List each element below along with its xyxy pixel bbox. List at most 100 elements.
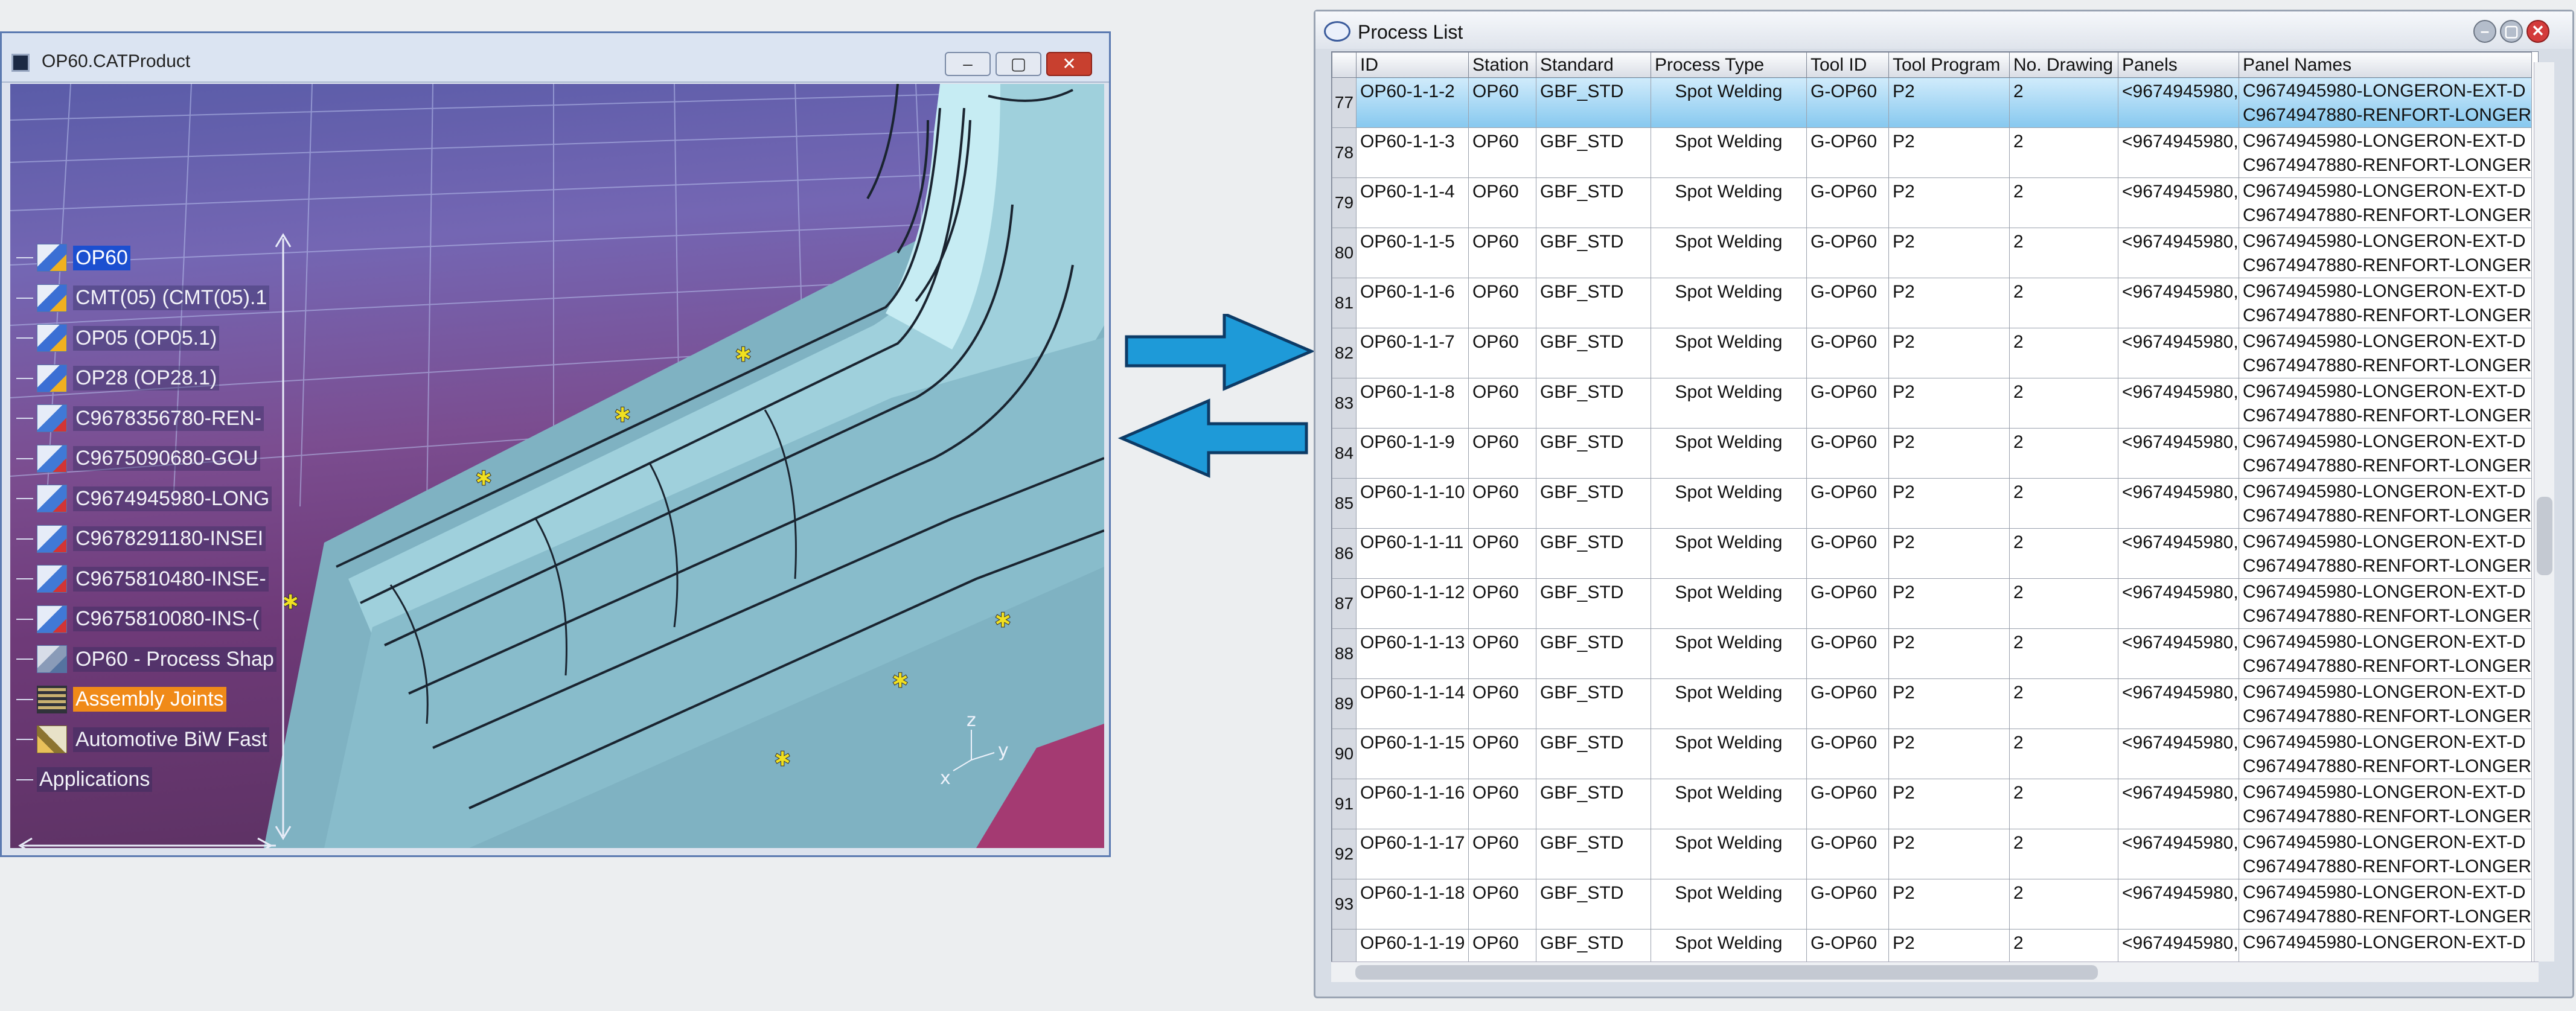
table-row[interactable]: 82 OP60-1-1-7 OP60 GBF_STD Spot Welding G-OP6… xyxy=(1332,328,2532,378)
table-row[interactable]: 80 OP60-1-1-5 OP60 GBF_STD Spot Welding G-OP6… xyxy=(1332,228,2532,278)
column-header[interactable]: No. Drawing xyxy=(2009,52,2118,78)
table-row[interactable]: 87 OP60-1-1-12 OP60 GBF_STD Spot Welding G-OP… xyxy=(1332,578,2532,629)
tree-node[interactable]: OP60 - Process Shap xyxy=(16,642,276,676)
column-header[interactable]: Tool Program xyxy=(1888,52,2010,78)
tree-node-label: C9675810080-INS-( xyxy=(73,607,262,631)
process-shape-icon xyxy=(37,645,67,673)
maximize-button[interactable]: ▢ xyxy=(2500,20,2523,43)
column-header[interactable]: Tool ID xyxy=(1806,52,1889,78)
row-number: 86 xyxy=(1332,528,1357,579)
tree-node[interactable]: C9675810080-INS-( xyxy=(16,602,262,636)
panel-name-1: C9674945980-LONGERON-EXT-D xyxy=(2243,832,2526,852)
tree-node[interactable]: Automotive BiW Fast xyxy=(16,722,270,756)
close-button[interactable]: ✕ xyxy=(2526,20,2549,43)
process-list-title: Process List xyxy=(1358,21,1463,43)
table-row[interactable]: 88 OP60-1-1-13 OP60 GBF_STD Spot Welding G-OP… xyxy=(1332,628,2532,679)
table-row[interactable]: 92 OP60-1-1-17 OP60 GBF_STD Spot Welding G-OP… xyxy=(1332,829,2532,879)
panel-name-2: C9674947880-RENFORT-LONGER xyxy=(2243,406,2531,426)
cell-id: OP60-1-1-13 xyxy=(1356,628,1469,679)
cell-panels: <9674945980, xyxy=(2118,829,2239,879)
tree-node[interactable]: OP05 (OP05.1) xyxy=(16,321,220,355)
tree-node[interactable]: Assembly Joints xyxy=(16,683,226,716)
cell-tool: G-OP60 xyxy=(1806,528,1889,579)
tree-node[interactable]: C9675810480-INSE- xyxy=(16,562,269,596)
tree-node[interactable]: OP60 xyxy=(16,241,130,275)
tree-node[interactable]: CMT(05) (CMT(05).1 xyxy=(16,281,270,315)
vertical-scrollbar[interactable] xyxy=(2534,62,2554,962)
tree-node[interactable]: C9674945980-LONG xyxy=(16,482,272,515)
column-header[interactable]: Station xyxy=(1468,52,1536,78)
table-row[interactable]: OP60-1-1-19 OP60 GBF_STD Spot Welding G-OP60… xyxy=(1332,929,2532,962)
column-header[interactable]: Standard xyxy=(1536,52,1651,78)
cell-draw: 2 xyxy=(2009,177,2118,228)
product-icon xyxy=(37,364,67,392)
specification-tree[interactable]: OP60 CMT(05) (CMT(05).1 OP05 (OP05.1) OP28 … xyxy=(16,241,300,844)
cell-type: Spot Welding xyxy=(1651,127,1807,178)
horizontal-scroll-thumb[interactable] xyxy=(1355,965,2098,980)
cell-standard: GBF_STD xyxy=(1536,478,1651,529)
tree-node[interactable]: OP28 (OP28.1) xyxy=(16,362,220,395)
cell-tool: G-OP60 xyxy=(1806,929,1889,962)
cell-panels: <9674945980, xyxy=(2118,328,2239,378)
maximize-button[interactable]: ▢ xyxy=(996,52,1041,76)
tree-node[interactable]: C9675090680-GOU xyxy=(16,442,261,476)
table-row[interactable]: 78 OP60-1-1-3 OP60 GBF_STD Spot Welding G-OP6… xyxy=(1332,127,2532,178)
cell-draw: 2 xyxy=(2009,528,2118,579)
column-header[interactable]: Process Type xyxy=(1651,52,1807,78)
cell-id: OP60-1-1-11 xyxy=(1356,528,1469,579)
cell-id: OP60-1-1-8 xyxy=(1356,378,1469,429)
tree-node-label: C9674945980-LONG xyxy=(73,486,272,511)
tree-node[interactable]: Applications xyxy=(16,763,153,797)
table-row[interactable]: 90 OP60-1-1-15 OP60 GBF_STD Spot Welding G-OP… xyxy=(1332,729,2532,779)
cell-station: OP60 xyxy=(1468,628,1536,679)
panel-name-1: C9674945980-LONGERON-EXT-D xyxy=(2243,582,2526,602)
process-list-table[interactable]: ID Station Standard Process Type Tool ID Tool… xyxy=(1331,51,2539,963)
panel-name-2: C9674947880-RENFORT-LONGER xyxy=(2243,756,2531,776)
table-row[interactable]: 79 OP60-1-1-4 OP60 GBF_STD Spot Welding G-OP6… xyxy=(1332,177,2532,228)
column-header[interactable]: Panel Names xyxy=(2239,52,2532,78)
table-row[interactable]: 89 OP60-1-1-14 OP60 GBF_STD Spot Welding G-OP… xyxy=(1332,678,2532,729)
cell-station: OP60 xyxy=(1468,378,1536,429)
cell-tool: G-OP60 xyxy=(1806,729,1889,779)
tree-node-label: C9678356780-REN- xyxy=(73,406,264,431)
tree-connector xyxy=(16,618,33,620)
panel-name-1: C9674945980-LONGERON-EXT-D xyxy=(2243,131,2526,151)
table-row[interactable]: 83 OP60-1-1-8 OP60 GBF_STD Spot Welding G-OP6… xyxy=(1332,378,2532,429)
svg-text:✱: ✱ xyxy=(614,403,631,427)
cell-panels: <9674945980, xyxy=(2118,528,2239,579)
cell-standard: GBF_STD xyxy=(1536,228,1651,278)
column-header[interactable]: ID xyxy=(1356,52,1469,78)
cell-panel-names: C9674945980-LONGERON-EXT-D C9674947880-RE… xyxy=(2239,829,2532,879)
table-row[interactable]: 93 OP60-1-1-18 OP60 GBF_STD Spot Welding G-OP… xyxy=(1332,879,2532,930)
product-icon xyxy=(37,244,67,272)
horizontal-scrollbar[interactable] xyxy=(1331,962,2539,982)
part-icon xyxy=(37,605,67,633)
table-row[interactable]: 81 OP60-1-1-6 OP60 GBF_STD Spot Welding G-OP6… xyxy=(1332,278,2532,328)
table-row[interactable]: 86 OP60-1-1-11 OP60 GBF_STD Spot Welding G-OP… xyxy=(1332,528,2532,579)
catia-title-bar[interactable]: OP60.CATProduct – ▢ ✕ xyxy=(2,33,1109,83)
column-header[interactable]: Panels xyxy=(2118,52,2239,78)
3d-viewport[interactable]: ✱ ✱ ✱ ✱ ✱ ✱ ✱ z y x OP60 CMT(05) (CMT(05).1 OP0… xyxy=(10,84,1104,848)
cell-id: OP60-1-1-10 xyxy=(1356,478,1469,529)
close-button[interactable]: ✕ xyxy=(1046,52,1092,76)
vertical-scroll-thumb[interactable] xyxy=(2537,497,2552,575)
tree-node[interactable]: C9678291180-INSEI xyxy=(16,522,266,556)
table-row[interactable]: 77 OP60-1-1-2 OP60 GBF_STD Spot Welding G-OP6… xyxy=(1332,77,2532,128)
tree-connector xyxy=(16,297,33,299)
cell-draw: 2 xyxy=(2009,278,2118,328)
process-list-title-bar[interactable]: Process List – ▢ ✕ xyxy=(1315,11,2572,49)
tree-node[interactable]: C9678356780-REN- xyxy=(16,401,264,435)
minimize-button[interactable]: – xyxy=(2473,20,2496,43)
cell-panel-names: C9674945980-LONGERON-EXT-D C9674947880-RE… xyxy=(2239,628,2532,679)
table-row[interactable]: 84 OP60-1-1-9 OP60 GBF_STD Spot Welding G-OP6… xyxy=(1332,428,2532,479)
cell-panel-names: C9674945980-LONGERON-EXT-D C9674947880-RE… xyxy=(2239,528,2532,579)
cell-tool: G-OP60 xyxy=(1806,578,1889,629)
svg-text:✱: ✱ xyxy=(994,608,1012,633)
cell-draw: 2 xyxy=(2009,729,2118,779)
catia-window: OP60.CATProduct – ▢ ✕ ✱ ✱ ✱ ✱ ✱ ✱ ✱ z y … xyxy=(0,31,1111,857)
table-row[interactable]: 85 OP60-1-1-10 OP60 GBF_STD Spot Welding G-OP… xyxy=(1332,478,2532,529)
minimize-button[interactable]: – xyxy=(945,52,991,76)
panel-name-2: C9674947880-RENFORT-LONGER xyxy=(2243,556,2531,576)
cell-station: OP60 xyxy=(1468,278,1536,328)
table-row[interactable]: 91 OP60-1-1-16 OP60 GBF_STD Spot Welding G-OP… xyxy=(1332,779,2532,829)
